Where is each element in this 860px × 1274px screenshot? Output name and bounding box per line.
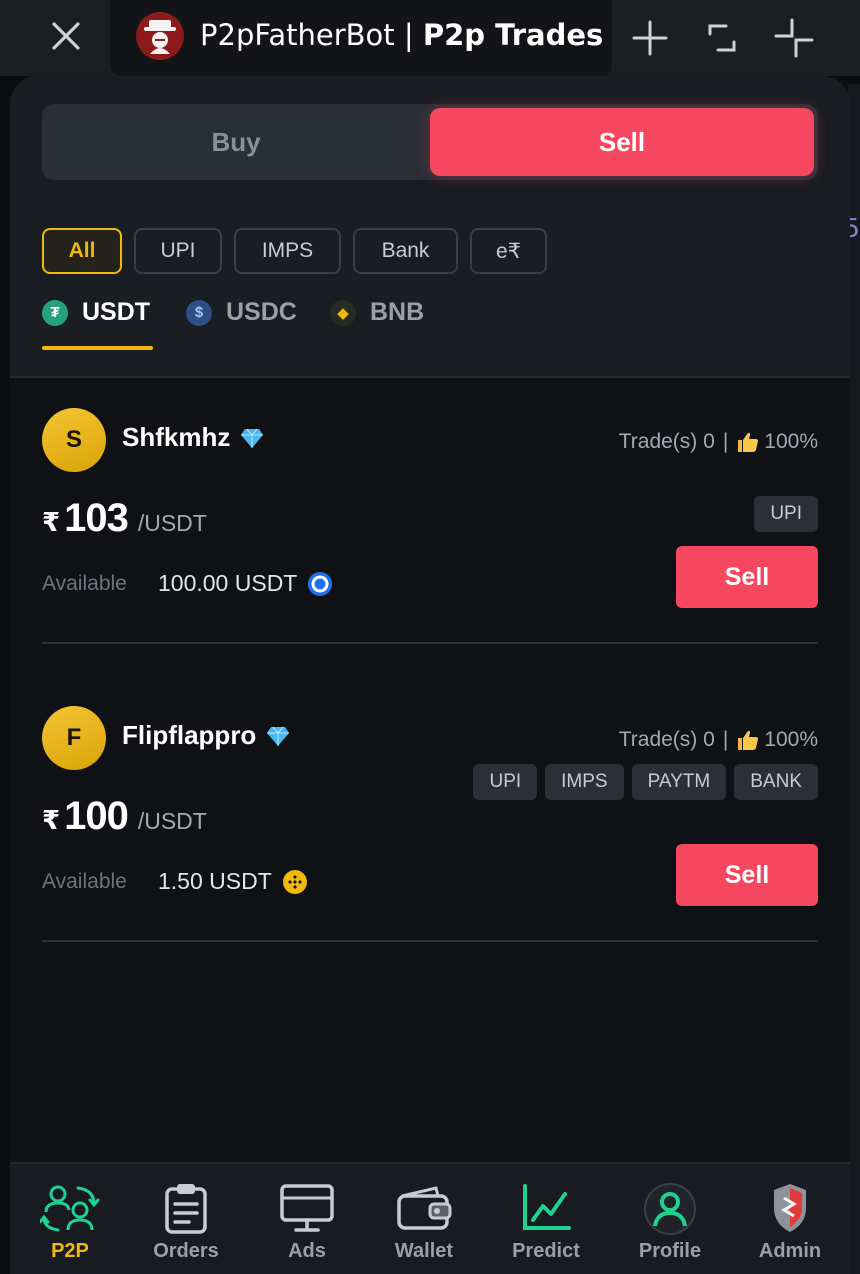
trade-stats: Trade(s) 0 | 100% (619, 728, 818, 752)
nav-item-profile[interactable]: Profile (610, 1164, 730, 1274)
coin-tab-usdt[interactable]: ₮ USDT (42, 298, 150, 327)
filter-chip-erupee[interactable]: e₹ (470, 228, 547, 274)
offer-list: S Shfkmhz Trade(s) 0 | 100% ₹ 103 /USDT … (10, 376, 850, 1164)
trade-stats-divider: | (722, 728, 729, 751)
merchant-username: Shfkmhz (122, 422, 231, 452)
thumbs-up-icon (738, 730, 759, 750)
offer-price: ₹ 103 /USDT (42, 496, 207, 541)
trade-count: Trade(s) 0 (618, 430, 715, 453)
available-amount: 100.00 USDT (158, 570, 298, 596)
available-row: Available 1.50 USDT (42, 868, 308, 895)
p2p-exchange-icon (40, 1185, 100, 1232)
app-panel: Buy Sell All UPI IMPS Bank e₹ ₮ USDT $ U… (10, 76, 850, 1274)
coin-label-bnb: BNB (370, 298, 425, 326)
trade-stats-divider: | (722, 430, 729, 453)
thumbs-up-icon (738, 432, 759, 452)
offer-price: ₹ 100 /USDT (42, 794, 207, 839)
monitor-icon (280, 1184, 334, 1232)
buy-tab[interactable]: Buy (42, 104, 430, 180)
available-row: Available 100.00 USDT (42, 570, 333, 597)
nav-label-p2p: P2P (51, 1240, 89, 1262)
nav-item-predict[interactable]: Predict (486, 1164, 606, 1274)
merchant-name[interactable]: Shfkmhz (122, 422, 264, 453)
filter-chip-all[interactable]: All (42, 228, 122, 274)
filter-chip-bank[interactable]: Bank (353, 228, 458, 274)
coin-tab-usdc[interactable]: $ USDC (186, 298, 297, 327)
nav-label-predict: Predict (512, 1240, 580, 1262)
rating-percent: 100% (764, 430, 818, 453)
titlebar-center: P2pFatherBot | P2p Trades (110, 0, 612, 76)
nav-item-orders[interactable]: Orders (126, 1164, 246, 1274)
active-coin-underline (42, 346, 153, 350)
nav-label-ads: Ads (288, 1240, 326, 1262)
avatar[interactable]: F (42, 706, 106, 770)
bnb-icon: ◆ (330, 299, 356, 326)
coin-tab-bnb[interactable]: ◆ BNB (330, 298, 424, 327)
payment-tag-bank: BANK (734, 764, 818, 800)
offer-card: S Shfkmhz Trade(s) 0 | 100% ₹ 103 /USDT … (42, 378, 818, 644)
bottom-nav: P2P Orders Ads Wallet Predict Profile Ad… (10, 1162, 850, 1274)
available-label: Available (42, 571, 127, 595)
merchant-name[interactable]: Flipflappro (122, 720, 290, 751)
clipboard-icon (165, 1184, 207, 1234)
filter-chip-upi[interactable]: UPI (134, 228, 222, 274)
nav-item-p2p[interactable]: P2P (10, 1164, 130, 1274)
ton-circle-icon (308, 571, 333, 596)
nav-label-wallet: Wallet (394, 1240, 454, 1262)
close-icon[interactable] (46, 16, 86, 56)
offer-card: F Flipflappro Trade(s) 0 | 100% ₹ 100 /U… (42, 676, 818, 942)
bot-logo (136, 12, 184, 60)
nav-label-profile: Profile (638, 1240, 702, 1262)
expand-icon[interactable] (702, 18, 742, 58)
window-title: P2pFatherBot | P2p Trades (200, 18, 603, 52)
payment-tags: UPI (754, 496, 818, 532)
avatar[interactable]: S (42, 408, 106, 472)
window-titlebar: P2pFatherBot | P2p Trades (0, 0, 860, 76)
page-name: P2p Trades (422, 18, 604, 52)
sell-tab[interactable]: Sell (430, 108, 814, 176)
nav-label-orders: Orders (153, 1240, 219, 1262)
bot-name: P2pFatherBot | (200, 18, 414, 52)
payment-tags: UPI IMPS PAYTM BANK (473, 764, 818, 800)
rating-percent: 100% (764, 728, 818, 751)
nav-label-admin: Admin (758, 1240, 822, 1262)
merchant-username: Flipflappro (122, 720, 257, 750)
coin-label-usdc: USDC (226, 298, 297, 326)
coin-label-usdt: USDT (82, 298, 151, 326)
trade-count: Trade(s) 0 (618, 728, 715, 751)
sell-button[interactable]: Sell (676, 844, 818, 906)
tether-icon: ₮ (42, 299, 68, 326)
usdc-icon: $ (186, 299, 212, 326)
filter-chip-imps[interactable]: IMPS (234, 228, 341, 274)
price-unit: /USDT (137, 808, 207, 834)
shield-icon (774, 1184, 806, 1232)
plus-icon[interactable] (630, 18, 670, 58)
wallet-icon (397, 1186, 452, 1230)
payment-tag-upi: UPI (754, 496, 818, 532)
currency-symbol: ₹ (42, 507, 61, 537)
bnb-icon (282, 869, 307, 894)
diamond-icon (267, 726, 290, 746)
payment-tag-paytm: PAYTM (631, 764, 727, 800)
buy-sell-toggle: Buy Sell (42, 104, 818, 180)
available-amount: 1.50 USDT (158, 868, 272, 894)
price-value: 100 (64, 794, 129, 838)
nav-item-wallet[interactable]: Wallet (364, 1164, 484, 1274)
nav-item-ads[interactable]: Ads (247, 1164, 367, 1274)
sell-button[interactable]: Sell (676, 546, 818, 608)
payment-tag-imps: IMPS (545, 764, 624, 800)
available-label: Available (42, 869, 127, 893)
price-value: 103 (64, 496, 129, 540)
diamond-icon (241, 428, 264, 448)
collapse-icon[interactable] (774, 18, 814, 58)
chart-line-icon (523, 1184, 571, 1230)
payment-tag-upi: UPI (473, 764, 538, 800)
trade-stats: Trade(s) 0 | 100% (619, 430, 818, 454)
price-unit: /USDT (137, 510, 207, 536)
user-circle-icon (644, 1183, 696, 1235)
nav-item-admin[interactable]: Admin (730, 1164, 850, 1274)
currency-symbol: ₹ (42, 805, 61, 835)
